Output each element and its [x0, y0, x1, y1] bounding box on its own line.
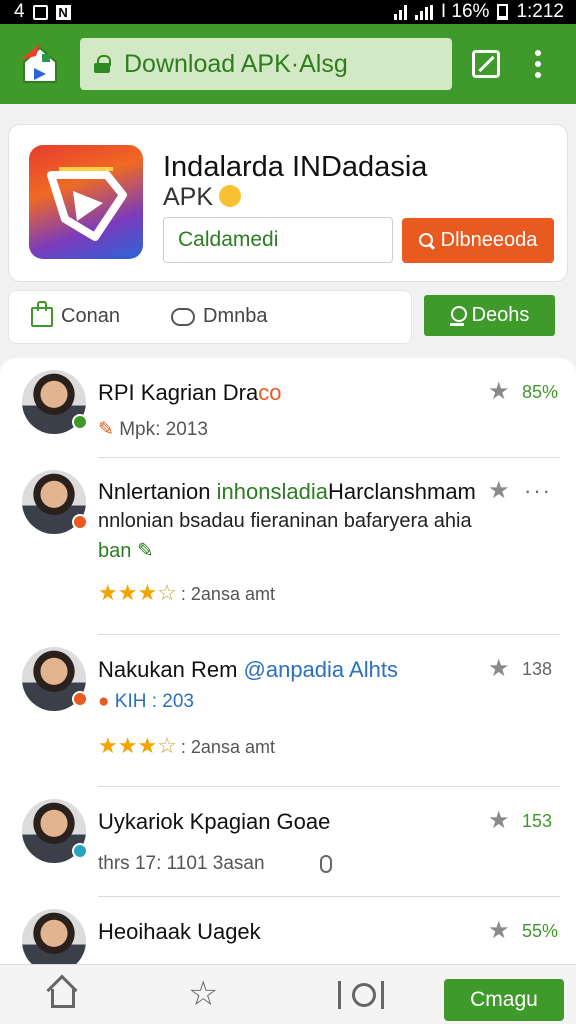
edit-square-icon[interactable]: [472, 50, 500, 78]
review-score: 153: [522, 811, 553, 831]
review-meta: ● KIH : 203: [98, 691, 194, 713]
stars-empty: ☆: [157, 580, 177, 605]
review-name-tail: Harclanshmam: [327, 479, 476, 504]
status-notification-icon: [32, 4, 48, 20]
report-action[interactable]: Dmnba: [171, 305, 267, 328]
avatar: [22, 909, 86, 964]
home-icon[interactable]: [46, 979, 78, 1009]
url-bar[interactable]: Download APK·Alsg: [80, 38, 452, 90]
app-logo-icon[interactable]: [16, 40, 64, 88]
review-name-text: RPI Kagrian Dra: [98, 380, 259, 405]
review-name: Nnlertanion inhonsladiaHarclanshmam: [98, 479, 476, 505]
stars-empty: ☆: [157, 733, 177, 758]
star-icon[interactable]: ★: [488, 657, 512, 681]
app-subtitle: APK: [163, 183, 242, 212]
app-subtitle-text: APK: [163, 183, 214, 211]
signal-icon: [393, 4, 407, 20]
avatar: [22, 370, 88, 434]
star-icon[interactable]: ★: [488, 919, 512, 943]
review-name: Nakukan Rem @anpadia Alhts: [98, 657, 398, 683]
report-label: Dmnba: [203, 305, 268, 327]
overflow-menu-icon[interactable]: [534, 50, 542, 78]
browser-toolbar: Download APK·Alsg: [0, 24, 576, 104]
like-icon: [31, 300, 53, 327]
online-badge: [72, 414, 88, 430]
app-icon: [29, 145, 143, 259]
status-badge: [72, 514, 88, 530]
app-card: Indalarda INDadasia APK Caldamedi Dlbnee…: [8, 124, 568, 282]
smiley-icon: [219, 185, 242, 207]
review-name-text: Nnlertanion: [98, 479, 217, 504]
wifi-icon: [414, 4, 433, 20]
divider: [98, 457, 560, 458]
review-name-highlight: @anpadia Alhts: [243, 657, 398, 682]
status-left-text: 4: [14, 1, 25, 22]
favorites-star-icon[interactable]: ☆: [188, 975, 218, 1013]
follow-label: Deohs: [471, 304, 530, 326]
review-score: 85%: [522, 382, 559, 402]
more-options-icon[interactable]: ···: [524, 478, 552, 504]
share-label: Conan: [61, 305, 120, 327]
divider: [98, 896, 560, 897]
url-text: Download APK·Alsg: [124, 49, 348, 78]
search-icon: [418, 232, 435, 249]
lock-icon: [94, 55, 111, 73]
star-icon[interactable]: ★: [488, 380, 512, 404]
avatar: [22, 470, 88, 534]
status-time: 1:212: [516, 1, 564, 22]
tag-icon: ✎: [98, 419, 114, 440]
download-button[interactable]: Dlbneeoda: [402, 218, 554, 263]
avatar: [22, 799, 88, 863]
stars-filled: ★★★: [98, 580, 158, 605]
rating-stars: ★★★☆: 2ansa amt: [98, 580, 275, 606]
divider: [98, 786, 560, 787]
review-meta-text: Mpk: 2013: [119, 419, 208, 440]
star-icon[interactable]: ★: [488, 809, 512, 833]
version-field[interactable]: Caldamedi: [163, 217, 393, 263]
follow-button[interactable]: Deohs: [424, 295, 555, 336]
status-badge: [72, 691, 88, 707]
download-label: Dlbneeoda: [440, 229, 538, 251]
status-bar: 4 N I 16% 1:212: [0, 0, 576, 24]
app-title: Indalarda INDadasia: [163, 151, 428, 183]
review-body-line: nnlonian bsadau fieraninan bafaryera ahi…: [98, 510, 472, 532]
review-name-highlight: inhonsladia: [216, 479, 328, 504]
review-meta: ✎ Mpk: 2013: [98, 418, 208, 441]
chat-icon: [171, 307, 195, 326]
badge-icon: ●: [98, 691, 110, 712]
review-score: 55%: [522, 921, 559, 941]
rating-caption: : 2ansa amt: [180, 584, 275, 604]
review-meta-text: KIH : 203: [114, 691, 194, 712]
review-name: Heoihaak Uagek: [98, 919, 261, 944]
avatar: [22, 647, 88, 711]
pin-icon: [449, 305, 467, 326]
divider: [98, 634, 560, 635]
battery-icon: [497, 4, 509, 20]
mic-icon[interactable]: [320, 855, 332, 873]
review-list: RPI Kagrian Draco ✎ Mpk: 2013 ★ 85% Nnle…: [0, 358, 576, 964]
review-body-line: ban ✎: [98, 538, 154, 563]
primary-action-button[interactable]: Cmagu: [444, 979, 564, 1021]
rating-stars: ★★★☆: 2ansa amt: [98, 733, 275, 759]
review-meta: thrs 17: 1101 3asan: [98, 853, 265, 874]
review-name-suffix: co: [258, 380, 282, 405]
review-body-highlight: ban: [98, 540, 132, 562]
review-name: RPI Kagrian Draco: [98, 380, 281, 406]
leaf-icon: ✎: [136, 540, 154, 562]
battery-text: I 16%: [440, 1, 490, 22]
action-bar: Conan Dmnba: [8, 290, 412, 344]
review-name-text: Nakukan Rem: [98, 657, 244, 682]
star-icon[interactable]: ★: [488, 479, 512, 503]
review-name: Uykariok Kpagian Goae: [98, 809, 331, 834]
rating-caption: : 2ansa amt: [180, 737, 275, 757]
status-app-icon: N: [55, 4, 71, 20]
bottom-nav: ☆ Cmagu: [0, 964, 576, 1024]
stars-filled: ★★★: [98, 733, 158, 758]
share-action[interactable]: Conan: [31, 300, 120, 328]
review-score: 138: [522, 659, 553, 679]
camera-icon[interactable]: [338, 981, 384, 1009]
status-badge: [72, 843, 88, 859]
